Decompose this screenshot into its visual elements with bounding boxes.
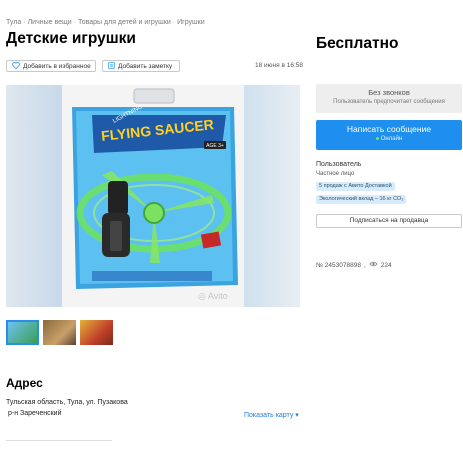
thumbnail-3[interactable] (80, 320, 113, 345)
breadcrumb: Тула · Личные вещи · Товары для детей и игру… (6, 19, 205, 26)
note-icon (108, 61, 115, 71)
online-status: Онлайн (316, 136, 462, 142)
write-message-label: Написать сообщение (346, 124, 432, 134)
eye-icon (368, 261, 378, 269)
seller-badge-delivery: 5 продаж с Авито Доставкой (316, 182, 395, 191)
address-title: Адрес (6, 376, 43, 390)
toy-package-illustration: FLYING SAUCER LIGHTNING AGE 3+ (72, 88, 238, 289)
subscribe-seller-button[interactable]: Подписаться на продавца (316, 214, 462, 228)
photo-blur-left (6, 85, 62, 307)
product-image: FLYING SAUCER LIGHTNING AGE 3+ (62, 85, 244, 307)
add-note-button[interactable]: Добавить заметку (102, 60, 180, 72)
heart-icon (12, 61, 20, 71)
add-note-label: Добавить заметку (118, 62, 173, 70)
divider (6, 440, 112, 441)
main-photo[interactable]: FLYING SAUCER LIGHTNING AGE 3+ ◎ Avito (6, 85, 300, 307)
online-dot-icon (375, 136, 379, 140)
seller-role[interactable]: Пользователь (316, 161, 361, 168)
address-line: Тульская область, Тула, ул. Пузакова (6, 399, 128, 406)
ad-number: № 2453078898 (316, 261, 361, 269)
chevron-down-icon: ▾ (293, 412, 299, 419)
online-label: Онлайн (380, 136, 403, 142)
show-map-label: Показать карту (244, 412, 294, 419)
thumbnail-1[interactable] (6, 320, 39, 345)
no-calls-title: Без звонков (368, 88, 410, 97)
photo-blur-right (244, 85, 300, 307)
thumbnail-2[interactable] (43, 320, 76, 345)
breadcrumb-separator: · (73, 19, 76, 26)
watermark: ◎ Avito (198, 291, 228, 301)
seller-type: Частное лицо (316, 171, 355, 177)
ad-meta: № 2453078898, 224 (316, 261, 392, 269)
breadcrumb-item[interactable]: Игрушки (177, 19, 205, 26)
add-favorite-label: Добавить в избранное (23, 62, 91, 70)
view-count: 224 (380, 261, 392, 269)
listing-title: Детские игрушки (6, 30, 136, 47)
seller-badge-eco: Экологический вклад – 16 кг CO₂ (316, 195, 407, 204)
listing-date: 18 июня в 16:58 (255, 62, 303, 69)
breadcrumb-separator: · (172, 19, 176, 26)
address-district: р-н Зареченский (8, 410, 62, 417)
breadcrumb-item[interactable]: Тула (6, 19, 21, 26)
breadcrumb-item[interactable]: Личные вещи (28, 19, 72, 26)
add-favorite-button[interactable]: Добавить в избранное (6, 60, 96, 72)
watermark-text: Avito (207, 291, 228, 301)
no-calls-subtitle: Пользователь предпочитает сообщения (333, 99, 445, 105)
breadcrumb-item[interactable]: Товары для детей и игрушки (78, 19, 171, 26)
breadcrumb-separator: · (23, 19, 26, 26)
show-map-link[interactable]: Показать карту ▾ (244, 411, 299, 419)
package-age: AGE 3+ (206, 143, 224, 149)
listing-price: Бесплатно (316, 35, 399, 52)
